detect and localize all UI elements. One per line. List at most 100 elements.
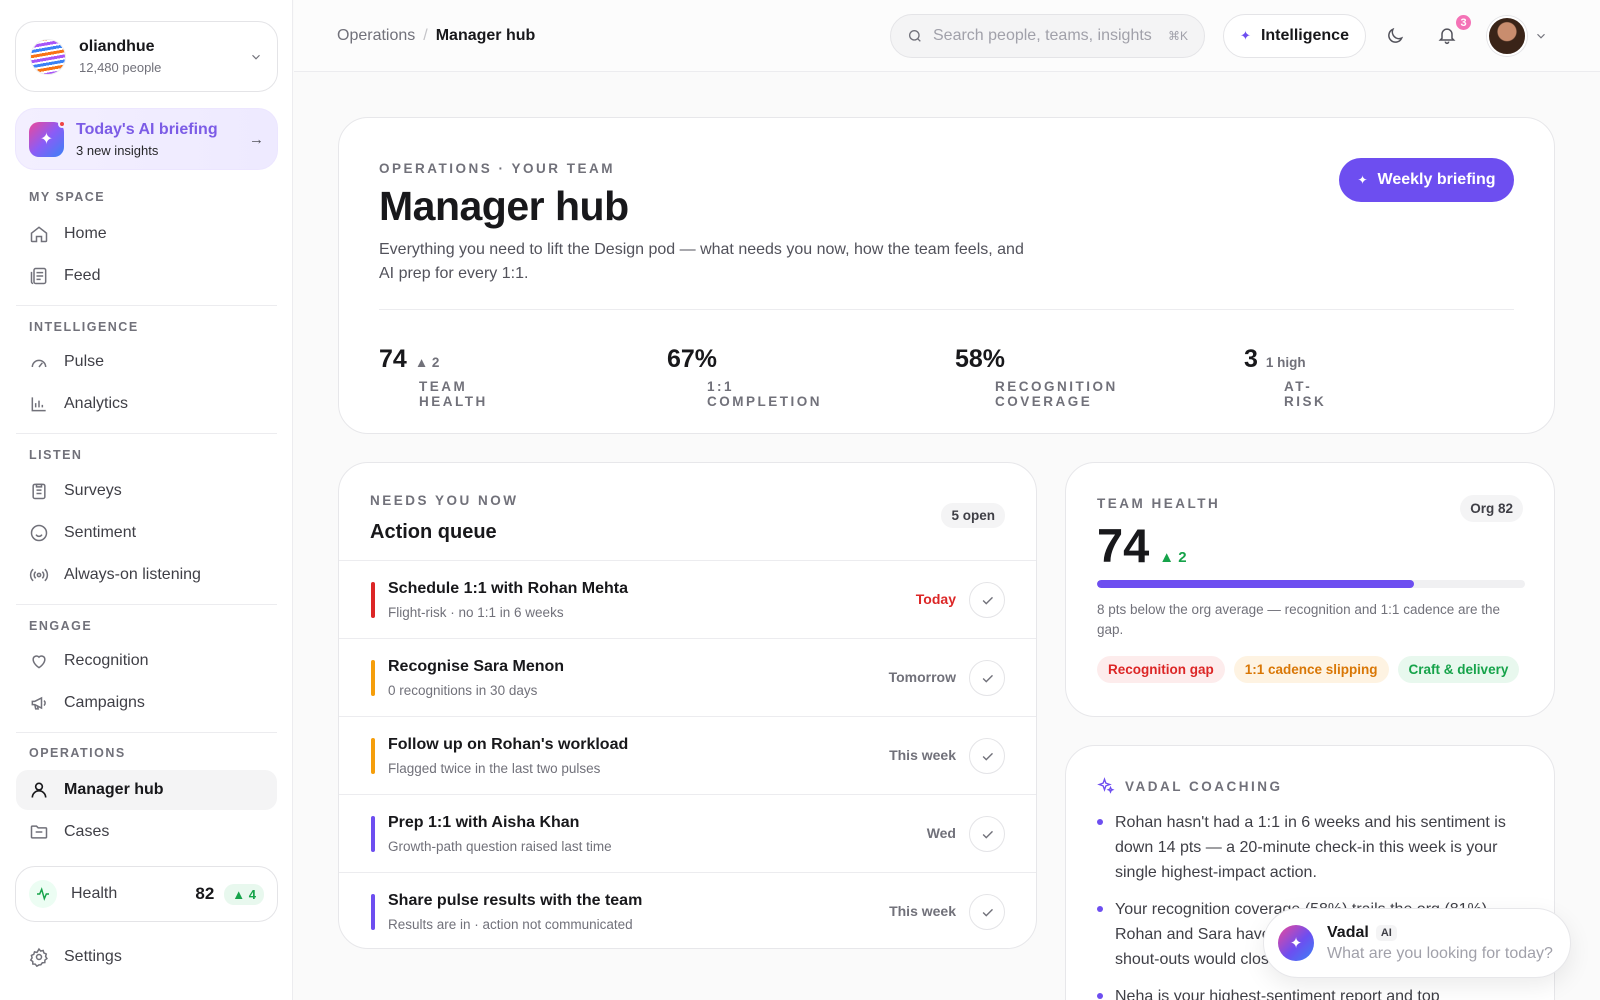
- section-label-operations: OPERATIONS: [29, 746, 126, 760]
- briefing-subtitle: 3 new insights: [76, 142, 159, 158]
- intelligence-button[interactable]: ✦ Intelligence: [1223, 14, 1366, 58]
- action-item[interactable]: Schedule 1:1 with Rohan Mehta Flight-risk…: [339, 560, 1036, 638]
- vadal-assistant-launcher[interactable]: ✦ Vadal AI What are you looking for today…: [1263, 908, 1571, 978]
- complete-action-button[interactable]: [969, 894, 1005, 930]
- check-icon: [982, 830, 993, 839]
- org-switcher[interactable]: oliandhue 12,480 people: [15, 21, 278, 92]
- coaching-item: Rohan hasn't had a 1:1 in 6 weeks and hi…: [1097, 810, 1525, 885]
- sidebar-item-recognition[interactable]: Recognition: [16, 641, 277, 681]
- megaphone-icon: [31, 696, 46, 710]
- team-health-delta: ▲ 2: [1159, 549, 1187, 566]
- complete-action-button[interactable]: [969, 816, 1005, 852]
- sidebar-item-label: Always-on listening: [64, 566, 201, 583]
- breadcrumb-operations[interactable]: Operations: [337, 27, 415, 45]
- weekly-briefing-label: Weekly briefing: [1377, 171, 1496, 188]
- insight-tag[interactable]: Recognition gap: [1097, 656, 1225, 683]
- stat-value: 67%: [667, 345, 718, 373]
- check-icon: [982, 752, 993, 761]
- action-title: Schedule 1:1 with Rohan Mehta: [388, 580, 629, 597]
- team-health-card: TEAM HEALTH Org 82 74 ▲ 2 8 pts below th…: [1065, 462, 1555, 717]
- smile-icon: [30, 524, 48, 542]
- open-count-badge: 5 open: [941, 503, 1005, 528]
- priority-indicator: [371, 582, 375, 618]
- intelligence-label: Intelligence: [1260, 27, 1349, 44]
- sidebar-item-pulse[interactable]: Pulse: [16, 342, 277, 382]
- chevron-down-icon[interactable]: [1534, 29, 1548, 43]
- sidebar-item-cases[interactable]: Cases: [16, 812, 277, 852]
- stat-value: 58%: [955, 345, 1006, 373]
- sidebar-item-manager-hub[interactable]: Manager hub: [16, 770, 277, 810]
- user-icon: [31, 782, 47, 798]
- insight-tag[interactable]: Craft & delivery: [1397, 656, 1520, 683]
- team-health-tags: Recognition gap 1:1 cadence slipping Craft…: [1097, 656, 1520, 683]
- health-value: 82: [195, 884, 215, 903]
- ai-briefing-card[interactable]: ✦ Today's AI briefing 3 new insights →: [15, 108, 278, 170]
- stat-sub: 1 high: [1265, 355, 1306, 370]
- action-item[interactable]: Prep 1:1 with Aisha Khan Growth-path ques…: [339, 794, 1036, 872]
- divider: [16, 732, 277, 733]
- briefing-title: Today's AI briefing: [76, 120, 218, 138]
- priority-indicator: [371, 816, 375, 852]
- divider: [379, 309, 1514, 310]
- section-label-intelligence: INTELLIGENCE: [29, 320, 139, 334]
- action-due: Tomorrow: [888, 669, 956, 685]
- complete-action-button[interactable]: [969, 582, 1005, 618]
- complete-action-button[interactable]: [969, 660, 1005, 696]
- ai-badge: AI: [1375, 924, 1397, 941]
- coaching-item: Neha is your highest-sentiment report an…: [1097, 984, 1525, 1000]
- gear-icon: [29, 947, 48, 967]
- weekly-briefing-button[interactable]: ✦ Weekly briefing: [1339, 158, 1514, 202]
- health-label: Health: [71, 885, 118, 902]
- arrow-right-icon: →: [249, 130, 264, 148]
- bell-icon[interactable]: [1437, 25, 1457, 45]
- action-item[interactable]: Share pulse results with the team Results…: [339, 872, 1036, 948]
- stat-label: TEAM HEALTH: [419, 379, 488, 409]
- action-subtitle: 0 recognitions in 30 days: [388, 683, 538, 698]
- sidebar-item-analytics[interactable]: Analytics: [16, 384, 277, 424]
- action-due: This week: [889, 903, 956, 919]
- check-icon: [982, 596, 993, 605]
- sidebar-item-surveys[interactable]: Surveys: [16, 471, 277, 511]
- sidebar-item-campaigns[interactable]: Campaigns: [16, 683, 277, 723]
- sidebar-item-label: Manager hub: [64, 781, 164, 798]
- sidebar-item-sentiment[interactable]: Sentiment: [16, 513, 277, 553]
- insight-tag[interactable]: 1:1 cadence slipping: [1233, 656, 1389, 683]
- action-title: Prep 1:1 with Aisha Khan: [388, 814, 580, 831]
- sidebar-item-home[interactable]: Home: [16, 214, 277, 254]
- action-item[interactable]: Recognise Sara Menon 0 recognitions in 30…: [339, 638, 1036, 716]
- action-subtitle: Flight-risk · no 1:1 in 6 weeks: [388, 605, 564, 620]
- sidebar-item-settings[interactable]: Settings: [16, 937, 277, 977]
- hero-eyebrow: OPERATIONS · YOUR TEAM: [379, 161, 616, 176]
- action-item[interactable]: Follow up on Rohan's workload Flagged twi…: [339, 716, 1036, 794]
- action-queue-card: NEEDS YOU NOW Action queue 5 open Schedu…: [338, 462, 1037, 949]
- sidebar-item-always-on-listening[interactable]: Always-on listening: [16, 555, 277, 595]
- manager-hub-hero-card: OPERATIONS · YOUR TEAM Manager hub Every…: [338, 117, 1555, 434]
- team-health-value: 74: [1097, 519, 1150, 572]
- action-list: Schedule 1:1 with Rohan Mehta Flight-risk…: [339, 560, 1036, 948]
- health-delta-badge: ▲ 4: [224, 883, 264, 905]
- clipboard-icon: [32, 483, 46, 500]
- sidebar-item-label: Campaigns: [64, 694, 145, 711]
- breadcrumb: Operations / Manager hub: [337, 27, 535, 45]
- section-label-engage: ENGAGE: [29, 619, 93, 633]
- check-icon: [982, 674, 993, 683]
- search-input[interactable]: Search people, teams, insights ⌘K: [890, 14, 1205, 58]
- avatar[interactable]: [1487, 16, 1527, 56]
- breadcrumb-separator: /: [423, 27, 428, 44]
- priority-indicator: [371, 660, 375, 696]
- assistant-prompt-placeholder: What are you looking for today?: [1327, 944, 1553, 962]
- stat-value: 74: [379, 345, 407, 373]
- sparkle-icon: ✦: [1357, 173, 1368, 187]
- queue-eyebrow: NEEDS YOU NOW: [370, 493, 519, 508]
- chevron-down-icon: [252, 54, 260, 60]
- moon-icon[interactable]: [1385, 26, 1405, 46]
- check-icon: [982, 908, 993, 917]
- search-icon: [909, 30, 921, 42]
- complete-action-button[interactable]: [969, 738, 1005, 774]
- action-due: This week: [889, 747, 956, 763]
- health-widget[interactable]: Health 82 ▲ 4: [15, 866, 278, 922]
- folder-icon: [30, 825, 48, 839]
- search-placeholder: Search people, teams, insights: [933, 27, 1152, 44]
- action-due: Wed: [926, 825, 956, 841]
- sidebar-item-feed[interactable]: Feed: [16, 256, 277, 296]
